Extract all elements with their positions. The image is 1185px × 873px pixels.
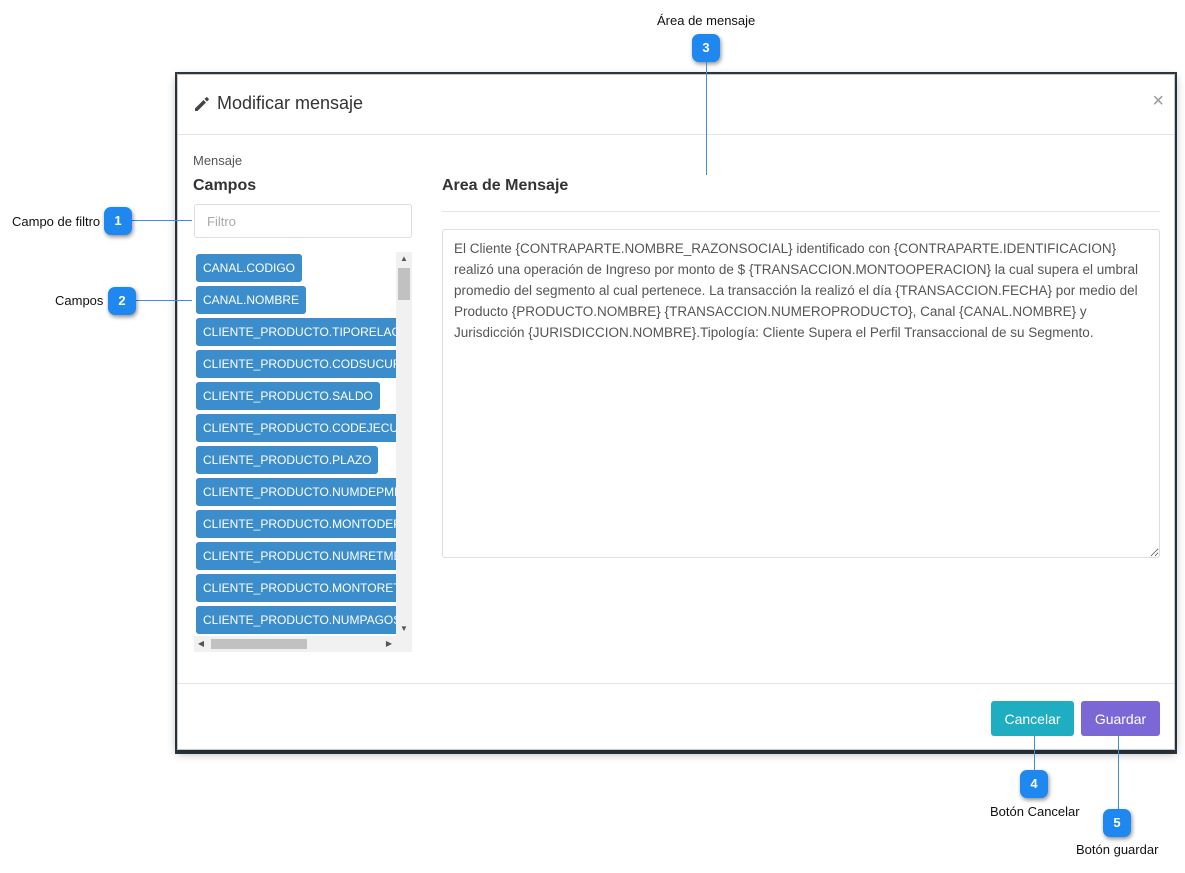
field-tag[interactable]: CLIENTE_PRODUCTO.CODEJECUTIVO <box>196 414 396 442</box>
modify-message-dialog: Modificar mensaje × Mensaje Campos CANAL… <box>177 74 1175 750</box>
modal-header: Modificar mensaje × <box>178 75 1174 135</box>
callout-badge-4: 4 <box>1020 770 1048 798</box>
field-tag[interactable]: CLIENTE_PRODUCTO.MONTORETMES <box>196 574 396 602</box>
callout-line <box>706 62 707 175</box>
field-tag[interactable]: CLIENTE_PRODUCTO.TIPORELACION <box>196 318 396 346</box>
section-label: Mensaje <box>193 153 243 168</box>
field-tag[interactable]: CLIENTE_PRODUCTO.MONTODEPMES <box>196 510 396 538</box>
divider <box>442 211 1160 212</box>
callout-label-3: Área de mensaje <box>657 13 756 28</box>
modal-footer: Cancelar Guardar <box>178 683 1174 751</box>
message-textarea[interactable]: El Cliente {CONTRAPARTE.NOMBRE_RAZONSOCI… <box>442 229 1160 558</box>
callout-label-1: Campo de filtro <box>12 214 101 229</box>
message-area-heading: Area de Mensaje <box>442 177 569 194</box>
fields-list-viewport: CANAL.CODIGO CANAL.NOMBRE CLIENTE_PRODUC… <box>196 254 396 634</box>
callout-label-2: Campos <box>55 293 104 308</box>
modal-title-text: Modificar mensaje <box>217 93 364 113</box>
pencil-icon <box>195 96 209 111</box>
callout-badge-3: 3 <box>692 34 720 62</box>
callout-label-5: Botón guardar <box>1076 842 1159 857</box>
scrollbar-thumb[interactable] <box>398 268 410 300</box>
filter-input[interactable] <box>194 204 412 238</box>
callout-line <box>136 300 192 301</box>
campos-heading: Campos <box>193 177 257 194</box>
scroll-up-icon[interactable]: ▲ <box>396 252 412 266</box>
modal-title: Modificar mensaje <box>193 93 363 114</box>
horizontal-scrollbar[interactable]: ◀ ▶ <box>194 636 412 652</box>
field-tag[interactable]: CANAL.CODIGO <box>196 254 303 282</box>
field-tag[interactable]: CLIENTE_PRODUCTO.NUMPAGOS <box>196 606 396 634</box>
field-tag[interactable]: CLIENTE_PRODUCTO.SALDO <box>196 382 380 410</box>
close-icon[interactable]: × <box>1152 91 1164 111</box>
cancel-button[interactable]: Cancelar <box>991 701 1074 736</box>
callout-line <box>132 220 192 221</box>
scroll-right-icon[interactable]: ▶ <box>382 636 396 652</box>
field-tag[interactable]: CANAL.NOMBRE <box>196 286 307 314</box>
fields-list[interactable]: CANAL.CODIGO CANAL.NOMBRE CLIENTE_PRODUC… <box>194 252 412 652</box>
vertical-scrollbar[interactable]: ▲ ▼ <box>396 252 412 636</box>
scroll-left-icon[interactable]: ◀ <box>194 636 208 652</box>
field-tag[interactable]: CLIENTE_PRODUCTO.PLAZO <box>196 446 379 474</box>
callout-line <box>1118 736 1119 810</box>
save-button[interactable]: Guardar <box>1081 701 1160 736</box>
callout-line <box>1034 736 1035 771</box>
field-tag[interactable]: CLIENTE_PRODUCTO.CODSUCURSAL <box>196 350 396 378</box>
callout-badge-5: 5 <box>1103 809 1131 837</box>
callout-badge-1: 1 <box>104 207 132 235</box>
callout-badge-2: 2 <box>108 287 136 315</box>
field-tag[interactable]: CLIENTE_PRODUCTO.NUMRETMES <box>196 542 396 570</box>
scroll-down-icon[interactable]: ▼ <box>396 622 412 636</box>
scrollbar-thumb[interactable] <box>211 639 307 649</box>
callout-label-4: Botón Cancelar <box>990 804 1080 819</box>
field-tag[interactable]: CLIENTE_PRODUCTO.NUMDEPMES <box>196 478 396 506</box>
